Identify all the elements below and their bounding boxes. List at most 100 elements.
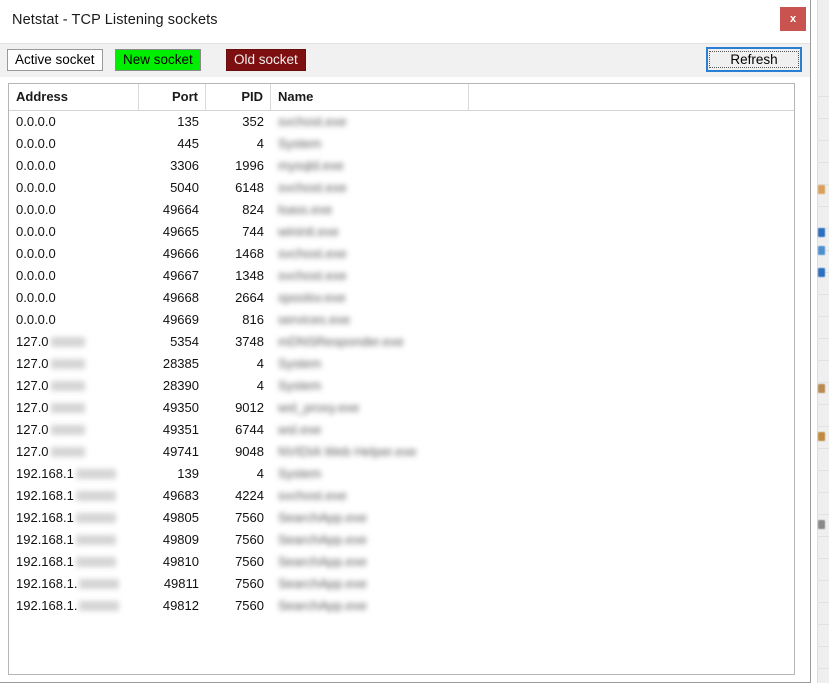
cell-port: 49805 — [139, 507, 206, 529]
background-list-row — [817, 206, 829, 207]
legend-old-socket[interactable]: Old socket — [226, 49, 306, 71]
cell-port: 49669 — [139, 309, 206, 331]
column-header-port[interactable]: Port — [139, 84, 206, 110]
cell-address: 127.0 — [9, 375, 139, 397]
cell-pid: 3748 — [206, 331, 271, 353]
table-row[interactable]: 0.0.0.049669816services.exe — [9, 309, 794, 331]
address-redaction — [76, 513, 116, 523]
cell-port: 3306 — [139, 155, 206, 177]
table-row[interactable]: 0.0.0.050406148svchost.exe — [9, 177, 794, 199]
cell-name: System — [271, 375, 469, 397]
process-name: services.exe — [278, 309, 350, 331]
background-list-row — [817, 470, 829, 471]
cell-name: NVIDIA Web Helper.exe — [271, 441, 469, 463]
table-row[interactable]: 0.0.0.049665744wininit.exe — [9, 221, 794, 243]
table-row[interactable]: 192.168.1.498127560SearchApp.exe — [9, 595, 794, 617]
cell-name: System — [271, 133, 469, 155]
cell-pid: 7560 — [206, 573, 271, 595]
table-row[interactable]: 192.168.1498097560SearchApp.exe — [9, 529, 794, 551]
refresh-button-label: Refresh — [709, 51, 799, 68]
cell-address: 0.0.0.0 — [9, 199, 139, 221]
process-name: NVIDIA Web Helper.exe — [278, 441, 417, 463]
background-list-row — [817, 96, 829, 97]
address-text: 192.168.1 — [16, 551, 74, 573]
background-window-strip — [808, 0, 829, 683]
column-header-pid[interactable]: PID — [206, 84, 271, 110]
table-row[interactable]: 192.168.1496834224svchost.exe — [9, 485, 794, 507]
legend-active-socket[interactable]: Active socket — [7, 49, 103, 71]
table-row[interactable]: 0.0.0.0135352svchost.exe — [9, 111, 794, 133]
cell-name: mysqld.exe — [271, 155, 469, 177]
table-row[interactable]: 127.0493509012wsl_proxy.exe — [9, 397, 794, 419]
address-text: 0.0.0.0 — [16, 199, 56, 221]
cell-port: 5354 — [139, 331, 206, 353]
table-row[interactable]: 127.0497419048NVIDIA Web Helper.exe — [9, 441, 794, 463]
process-name: svchost.exe — [278, 111, 347, 133]
table-row[interactable]: 127.0283904System — [9, 375, 794, 397]
cell-name: lsass.exe — [271, 199, 469, 221]
cell-address: 192.168.1. — [9, 595, 139, 617]
background-list-icon — [818, 384, 825, 393]
cell-filler — [469, 111, 794, 133]
cell-port: 139 — [139, 463, 206, 485]
column-header-address[interactable]: Address — [9, 84, 139, 110]
address-text: 192.168.1 — [16, 529, 74, 551]
table-row[interactable]: 192.168.1.498117560SearchApp.exe — [9, 573, 794, 595]
background-list-row — [817, 558, 829, 559]
cell-pid: 352 — [206, 111, 271, 133]
process-name: svchost.exe — [278, 243, 347, 265]
table-row[interactable]: 192.168.1498107560SearchApp.exe — [9, 551, 794, 573]
cell-port: 49351 — [139, 419, 206, 441]
table-row[interactable]: 192.168.11394System — [9, 463, 794, 485]
table-row[interactable]: 127.0493516744wsl.exe — [9, 419, 794, 441]
table-row[interactable]: 127.0283854System — [9, 353, 794, 375]
table-row[interactable]: 192.168.1498057560SearchApp.exe — [9, 507, 794, 529]
cell-port: 28390 — [139, 375, 206, 397]
cell-name: svchost.exe — [271, 243, 469, 265]
background-list-row — [817, 338, 829, 339]
cell-name: svchost.exe — [271, 485, 469, 507]
cell-pid: 1348 — [206, 265, 271, 287]
cell-pid: 4 — [206, 463, 271, 485]
table-row[interactable]: 127.053543748mDNSResponder.exe — [9, 331, 794, 353]
sockets-listview[interactable]: Address Port PID Name 0.0.0.0135352svcho… — [8, 83, 795, 675]
background-list-icon — [818, 246, 825, 255]
close-icon[interactable]: x — [780, 7, 806, 31]
process-name: svchost.exe — [278, 485, 347, 507]
cell-address: 192.168.1 — [9, 551, 139, 573]
cell-name: mDNSResponder.exe — [271, 331, 469, 353]
table-row[interactable]: 0.0.0.033061996mysqld.exe — [9, 155, 794, 177]
cell-filler — [469, 287, 794, 309]
column-header-name[interactable]: Name — [271, 84, 469, 110]
table-row[interactable]: 0.0.0.04454System — [9, 133, 794, 155]
table-row[interactable]: 0.0.0.0496661468svchost.exe — [9, 243, 794, 265]
address-text: 192.168.1. — [16, 573, 77, 595]
cell-pid: 6744 — [206, 419, 271, 441]
cell-name: svchost.exe — [271, 265, 469, 287]
background-list-row — [817, 492, 829, 493]
cell-pid: 7560 — [206, 595, 271, 617]
legend-new-socket[interactable]: New socket — [115, 49, 201, 71]
cell-pid: 4224 — [206, 485, 271, 507]
background-list-row — [817, 668, 829, 669]
cell-name: wininit.exe — [271, 221, 469, 243]
cell-address: 127.0 — [9, 331, 139, 353]
background-list-row — [817, 426, 829, 427]
table-row[interactable]: 0.0.0.049664824lsass.exe — [9, 199, 794, 221]
address-redaction — [76, 491, 116, 501]
cell-name: wsl_proxy.exe — [271, 397, 469, 419]
table-row[interactable]: 0.0.0.0496682664spoolsv.exe — [9, 287, 794, 309]
cell-port: 49666 — [139, 243, 206, 265]
cell-port: 445 — [139, 133, 206, 155]
toolbar: Active socket New socket Old socket Refr… — [0, 44, 810, 77]
background-list-icon — [818, 228, 825, 237]
address-text: 0.0.0.0 — [16, 111, 56, 133]
cell-pid: 7560 — [206, 551, 271, 573]
refresh-button[interactable]: Refresh — [706, 47, 802, 72]
cell-filler — [469, 265, 794, 287]
process-name: svchost.exe — [278, 265, 347, 287]
cell-name: svchost.exe — [271, 111, 469, 133]
cell-pid: 824 — [206, 199, 271, 221]
table-row[interactable]: 0.0.0.0496671348svchost.exe — [9, 265, 794, 287]
cell-pid: 1468 — [206, 243, 271, 265]
